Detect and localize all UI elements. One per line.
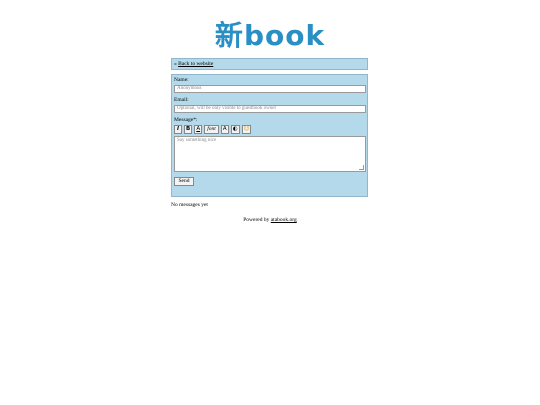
name-input[interactable]: Anonymous <box>174 85 366 93</box>
format-toolbar: I B A font A ◐ ☺ <box>174 125 365 134</box>
text-color-button[interactable]: A <box>220 125 229 134</box>
site-logo: 新book <box>0 14 540 54</box>
message-label: Message*: <box>174 117 198 123</box>
message-placeholder: Say something nice <box>177 138 217 143</box>
logo-text: book <box>243 19 326 52</box>
footer-prefix: Powered by <box>243 217 270 223</box>
atabook-link[interactable]: atabook.org <box>271 217 297 223</box>
emoji-icon[interactable]: ☺ <box>241 125 252 134</box>
font-button[interactable]: font <box>204 125 219 134</box>
email-label: Email: <box>174 97 189 103</box>
logo-kanji: 新 <box>214 19 244 52</box>
back-to-website-link[interactable]: Back to website <box>178 61 213 67</box>
spoiler-icon[interactable]: ◐ <box>230 125 240 134</box>
guestbook-form: Name: Anonymous Email: Optional, will be… <box>171 74 368 197</box>
italic-button[interactable]: I <box>174 125 182 134</box>
bold-button[interactable]: B <box>184 125 193 134</box>
footer: Powered by atabook.org <box>0 217 540 223</box>
no-messages-text: No messages yet <box>171 202 208 208</box>
message-textarea[interactable]: Say something nice <box>174 136 366 172</box>
send-button[interactable]: Send <box>174 177 194 186</box>
underline-button[interactable]: A <box>194 125 203 134</box>
resize-grip-icon[interactable] <box>359 165 364 170</box>
back-arrow-icon: « <box>174 61 177 67</box>
back-link-box: « Back to website <box>171 58 368 70</box>
email-input[interactable]: Optional, will be only visible to guestb… <box>174 105 366 113</box>
name-label: Name: <box>174 77 189 83</box>
